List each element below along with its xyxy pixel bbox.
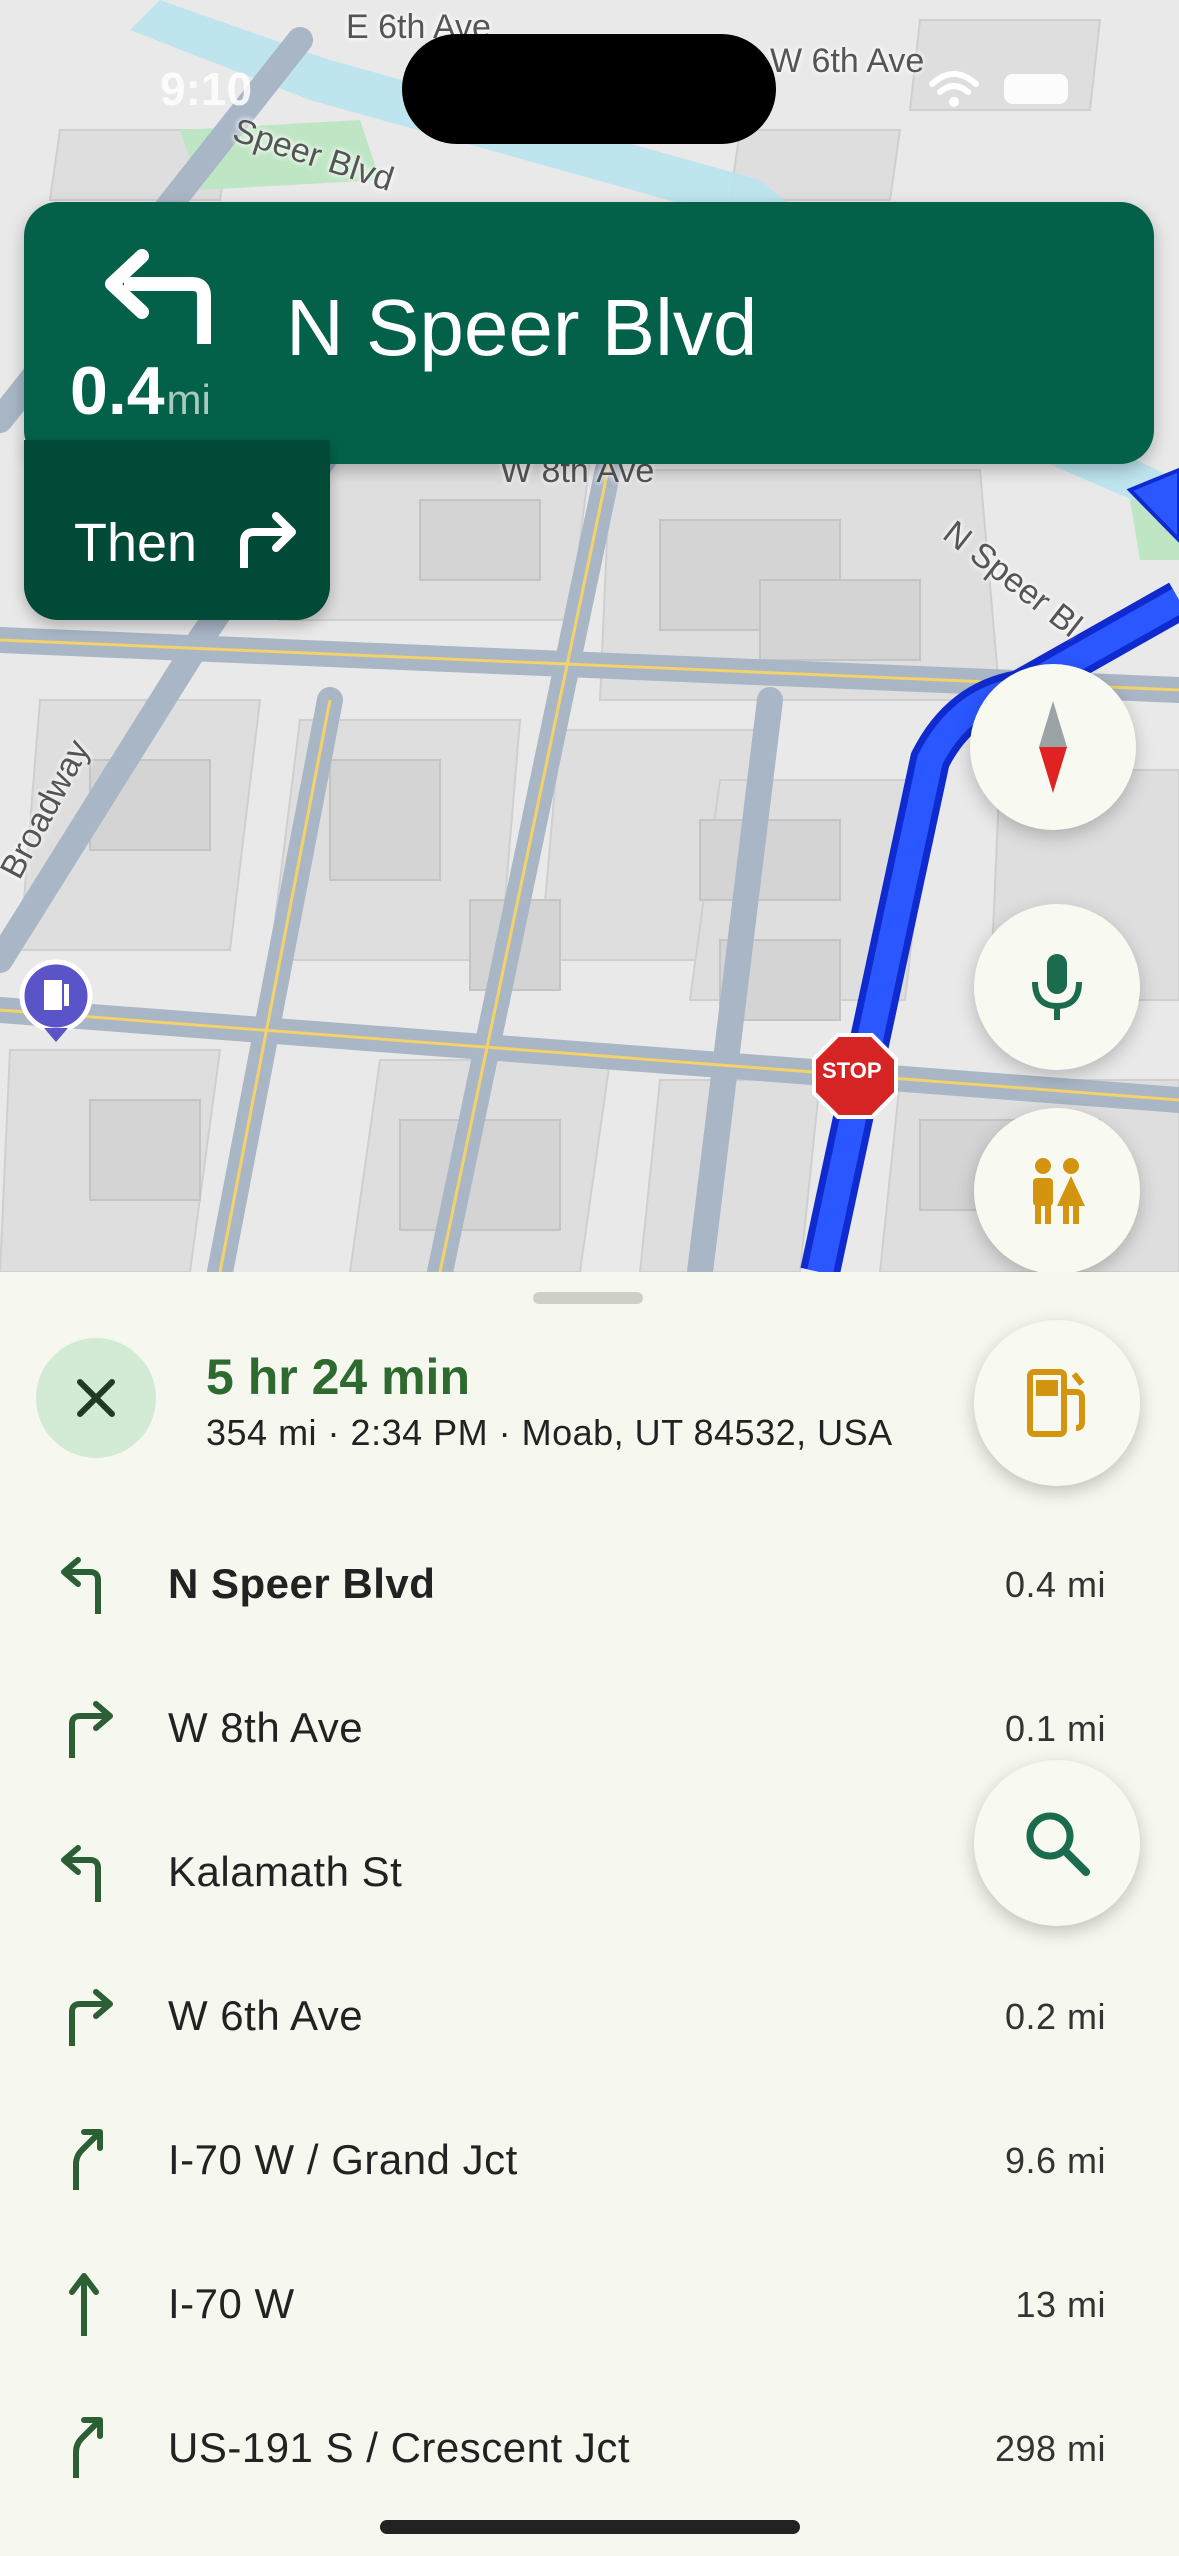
map-view[interactable]: E 6th Ave W 6th Ave Speer Blvd W 8th Ave…: [0, 0, 1179, 1272]
gas-stations-button[interactable]: [974, 1320, 1140, 1486]
step-distance: 0.2 mi: [1004, 1996, 1106, 2037]
turn-right-icon: [69, 1989, 113, 2046]
step-distance: 13 mi: [1015, 2284, 1106, 2325]
slight-right-icon: [73, 2417, 103, 2478]
turn-right-icon: [69, 1701, 113, 1758]
home-indicator[interactable]: [380, 2520, 800, 2534]
turn-left-icon: [61, 1845, 101, 1902]
step-row[interactable]: W 8th Ave 0.1 mi: [0, 1656, 1179, 1800]
maneuver-banner[interactable]: 0.4mi N Speer Blvd: [24, 202, 1154, 464]
battery-icon: [1004, 74, 1068, 104]
step-street: US-191 S / Crescent Jct: [168, 2424, 630, 2471]
step-street: Kalamath St: [168, 1848, 403, 1895]
maneuver-distance-value: 0.4: [70, 353, 165, 429]
next-maneuver-chip[interactable]: Then: [24, 440, 330, 620]
step-row[interactable]: I-70 W / Grand Jct 9.6 mi: [0, 2088, 1179, 2232]
compass-button[interactable]: [970, 664, 1136, 830]
sheet-drag-handle[interactable]: [533, 1292, 643, 1304]
street-label: W 6th Ave: [770, 42, 925, 80]
step-distance: 0.4 mi: [1004, 1564, 1106, 1605]
compass-icon: [1039, 701, 1067, 793]
step-street: I-70 W / Grand Jct: [168, 2136, 518, 2183]
restroom-icon: [1033, 1158, 1085, 1224]
trip-summary: 354 mi · 2:34 PM · Moab, UT 84532, USA: [206, 1412, 893, 1453]
maneuver-distance-unit: mi: [166, 376, 211, 423]
step-row[interactable]: W 6th Ave 0.2 mi: [0, 1944, 1179, 2088]
voice-button[interactable]: [974, 904, 1140, 1070]
microphone-icon: [1032, 954, 1082, 1020]
step-row[interactable]: US-191 S / Crescent Jct 298 mi: [0, 2376, 1179, 2520]
step-distance: 0.1 mi: [1004, 1708, 1106, 1749]
step-street: N Speer Blvd: [168, 1560, 436, 1607]
maneuver-street: N Speer Blvd: [286, 283, 758, 372]
gas-station-icon: [1027, 1369, 1085, 1437]
stop-sign-text: STOP: [822, 1058, 882, 1083]
directions-sheet: 5 hr 24 min 354 mi · 2:34 PM · Moab, UT …: [0, 1272, 1179, 2556]
turn-left-icon: [61, 1557, 101, 1614]
step-distance: 9.6 mi: [1004, 2140, 1106, 2181]
turn-right-icon: [240, 512, 296, 568]
maneuver-distance: 0.4mi: [70, 352, 211, 430]
step-street: W 6th Ave: [168, 1992, 364, 2039]
wifi-icon: [929, 71, 979, 107]
step-row[interactable]: N Speer Blvd 0.4 mi: [0, 1512, 1179, 1656]
step-row[interactable]: I-70 W 13 mi: [0, 2232, 1179, 2376]
step-street: W 8th Ave: [168, 1704, 364, 1751]
close-navigation-button[interactable]: [36, 1338, 156, 1458]
close-icon: [77, 1379, 115, 1417]
map-canvas: [0, 0, 1179, 1272]
restrooms-button[interactable]: [974, 1108, 1140, 1272]
slight-right-icon: [73, 2129, 103, 2190]
then-label: Then: [74, 513, 198, 573]
status-time: 9:10: [160, 63, 253, 115]
dynamic-island: [402, 34, 776, 144]
straight-icon: [69, 2273, 99, 2336]
step-distance: 298 mi: [994, 2428, 1106, 2469]
step-street: I-70 W: [168, 2280, 295, 2327]
turn-left-icon: [105, 249, 211, 344]
step-row[interactable]: Kalamath St: [0, 1800, 1179, 1944]
trip-duration: 5 hr 24 min: [206, 1349, 470, 1405]
